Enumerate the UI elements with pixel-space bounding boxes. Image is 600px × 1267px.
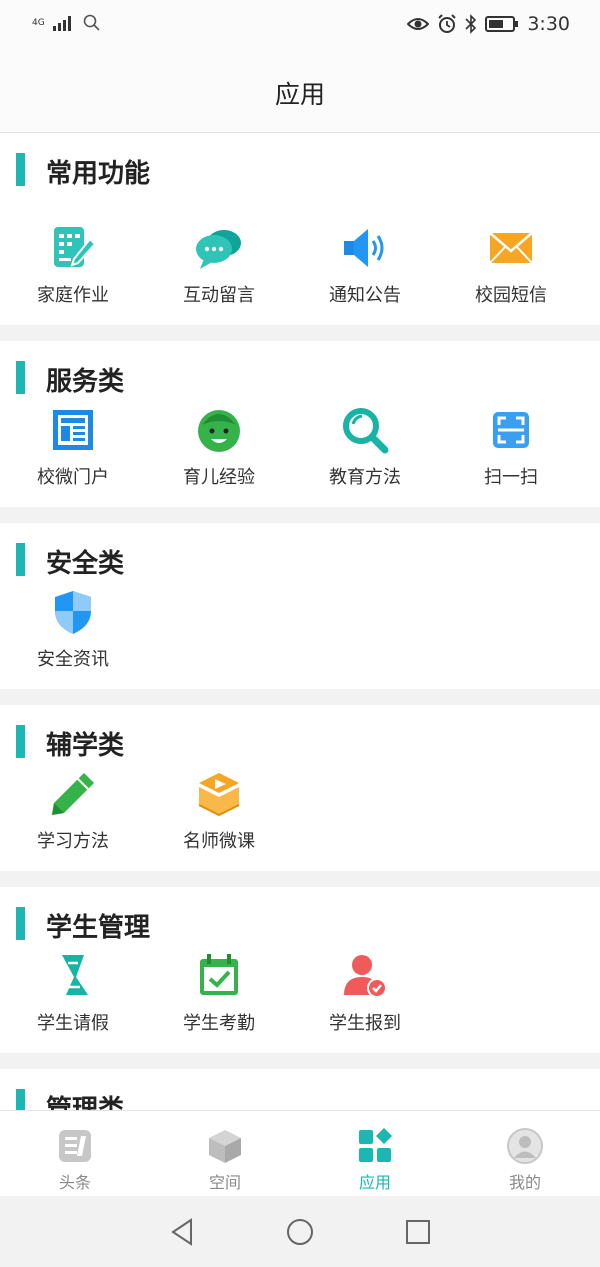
app-item-student-leave[interactable]: 学生请假 <box>0 951 146 1035</box>
user-check-icon <box>340 951 390 1001</box>
section-safety: 安全类 安全资讯 <box>0 523 600 689</box>
section-title: 辅学类 <box>46 731 125 761</box>
app-label: 学习方法 <box>37 831 109 852</box>
tab-space[interactable]: 空间 <box>150 1111 300 1197</box>
tab-headlines[interactable]: 头条 <box>0 1111 150 1197</box>
app-label: 互动留言 <box>183 285 255 306</box>
section-accent-bar <box>16 907 25 940</box>
clock-time: 3:30 <box>527 13 570 35</box>
bluetooth-icon <box>465 14 477 34</box>
app-label: 通知公告 <box>329 285 401 306</box>
app-item-study-methods[interactable]: 学习方法 <box>0 769 146 853</box>
app-label: 扫一扫 <box>484 467 538 488</box>
section-divider <box>0 871 600 887</box>
tab-mine[interactable]: 我的 <box>450 1111 600 1197</box>
section-common: 常用功能 家庭作业 互动留言 通知公告 校园短信 <box>0 133 600 325</box>
calendar-check-icon <box>194 951 244 1001</box>
search-icon <box>83 14 100 31</box>
section-management: 管理类 <box>0 1069 600 1110</box>
app-label: 学生考勤 <box>183 1013 255 1034</box>
section-divider <box>0 507 600 523</box>
magnifier-icon <box>340 405 390 455</box>
app-label: 学生报到 <box>329 1013 401 1034</box>
section-title: 常用功能 <box>46 159 151 189</box>
section-title: 服务类 <box>46 367 125 397</box>
app-label: 学生请假 <box>37 1013 109 1034</box>
section-student-mgmt: 学生管理 学生请假 学生考勤 学生报到 <box>0 887 600 1053</box>
shield-icon <box>48 587 98 637</box>
title-bar: 应用 <box>0 50 600 133</box>
home-icon[interactable] <box>285 1217 315 1247</box>
app-item-notices[interactable]: 通知公告 <box>292 223 438 307</box>
app-item-safety-news[interactable]: 安全资讯 <box>0 587 146 671</box>
app-item-parenting[interactable]: 育儿经验 <box>146 405 292 489</box>
bottom-tab-bar: 头条 空间 应用 我的 <box>0 1110 600 1197</box>
section-title: 学生管理 <box>46 913 151 943</box>
section-service: 服务类 校微门户 育儿经验 教育方法 扫一扫 <box>0 341 600 507</box>
app-item-homework[interactable]: 家庭作业 <box>0 223 146 307</box>
signal-icon <box>52 16 71 31</box>
section-divider <box>0 325 600 341</box>
back-icon[interactable] <box>167 1217 197 1247</box>
section-accent-bar <box>16 1089 25 1110</box>
app-label: 育儿经验 <box>183 467 255 488</box>
cube-icon <box>209 1130 241 1163</box>
apps-grid-icon <box>359 1128 392 1162</box>
section-accent-bar <box>16 725 25 758</box>
app-label: 家庭作业 <box>37 285 109 306</box>
app-label: 校微门户 <box>37 467 109 488</box>
app-item-messages[interactable]: 互动留言 <box>146 223 292 307</box>
section-divider <box>0 1053 600 1069</box>
battery-icon <box>485 16 519 32</box>
pencil-icon <box>48 769 98 819</box>
page-title: 应用 <box>274 80 325 109</box>
tab-label: 空间 <box>208 1173 241 1192</box>
app-label: 校园短信 <box>475 285 547 306</box>
baby-face-icon <box>194 405 244 455</box>
status-bar: 4G 3:30 <box>0 0 600 50</box>
homework-icon <box>48 223 98 273</box>
app-label: 名师微课 <box>183 831 255 852</box>
app-item-student-checkin[interactable]: 学生报到 <box>292 951 438 1035</box>
app-item-scan[interactable]: 扫一扫 <box>438 405 584 489</box>
tab-apps[interactable]: 应用 <box>300 1111 450 1197</box>
eye-icon <box>407 18 430 30</box>
tab-label: 应用 <box>358 1173 391 1192</box>
app-item-portal[interactable]: 校微门户 <box>0 405 146 489</box>
app-item-sms[interactable]: 校园短信 <box>438 223 584 307</box>
portal-icon <box>48 405 98 455</box>
speaker-icon <box>340 223 390 273</box>
app-item-student-attendance[interactable]: 学生考勤 <box>146 951 292 1035</box>
section-study: 辅学类 学习方法 名师微课 <box>0 705 600 871</box>
scan-icon <box>486 405 536 455</box>
app-label: 教育方法 <box>329 467 401 488</box>
leave-icon <box>48 951 98 1001</box>
news-icon <box>59 1130 91 1162</box>
alarm-icon <box>438 14 457 33</box>
section-divider <box>0 689 600 705</box>
section-accent-bar <box>16 361 25 394</box>
app-item-micro-course[interactable]: 名师微课 <box>146 769 292 853</box>
app-label: 安全资讯 <box>37 649 109 670</box>
profile-icon <box>507 1128 543 1164</box>
recents-icon[interactable] <box>403 1217 433 1247</box>
section-title: 管理类 <box>46 1095 125 1110</box>
section-accent-bar <box>16 153 25 186</box>
tab-label: 头条 <box>58 1173 91 1192</box>
app-content[interactable]: 常用功能 家庭作业 互动留言 通知公告 校园短信 服务类 校微门户 育儿经验 教… <box>0 133 600 1110</box>
chat-bubbles-icon <box>194 223 244 273</box>
section-title: 安全类 <box>46 549 125 579</box>
envelope-icon <box>486 223 536 273</box>
tab-label: 我的 <box>508 1173 541 1192</box>
app-item-methods[interactable]: 教育方法 <box>292 405 438 489</box>
system-nav-bar <box>0 1196 600 1267</box>
network-type: 4G <box>32 17 45 28</box>
section-accent-bar <box>16 543 25 576</box>
video-course-icon <box>194 769 244 819</box>
